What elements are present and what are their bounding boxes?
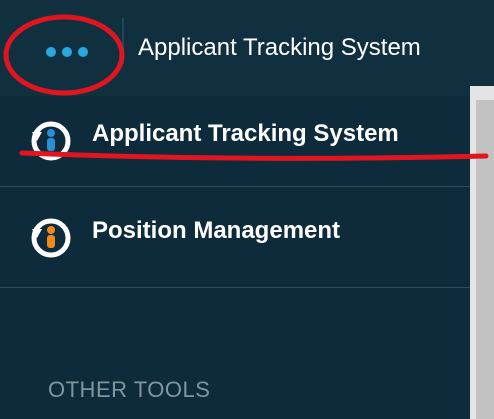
more-menu-button[interactable] [12,12,122,92]
app-switch-icon [31,121,71,161]
nav-item-label: Applicant Tracking System [92,120,399,147]
more-horizontal-icon-dot [78,47,88,57]
more-horizontal-icon [46,47,56,57]
nav-item-position-management[interactable]: Position Management [0,193,470,283]
app-title: Applicant Tracking System [138,34,421,61]
nav-divider [0,287,470,288]
scrollbar-thumb[interactable] [476,100,494,419]
app-switch-icon [31,218,71,258]
more-horizontal-icon-dot [62,47,72,57]
section-header-other-tools: OTHER TOOLS [48,377,211,402]
nav-divider [0,186,470,187]
header-divider [122,18,124,64]
nav-item-label: Position Management [92,217,341,244]
nav-item-applicant-tracking-system[interactable]: Applicant Tracking System [0,96,470,186]
